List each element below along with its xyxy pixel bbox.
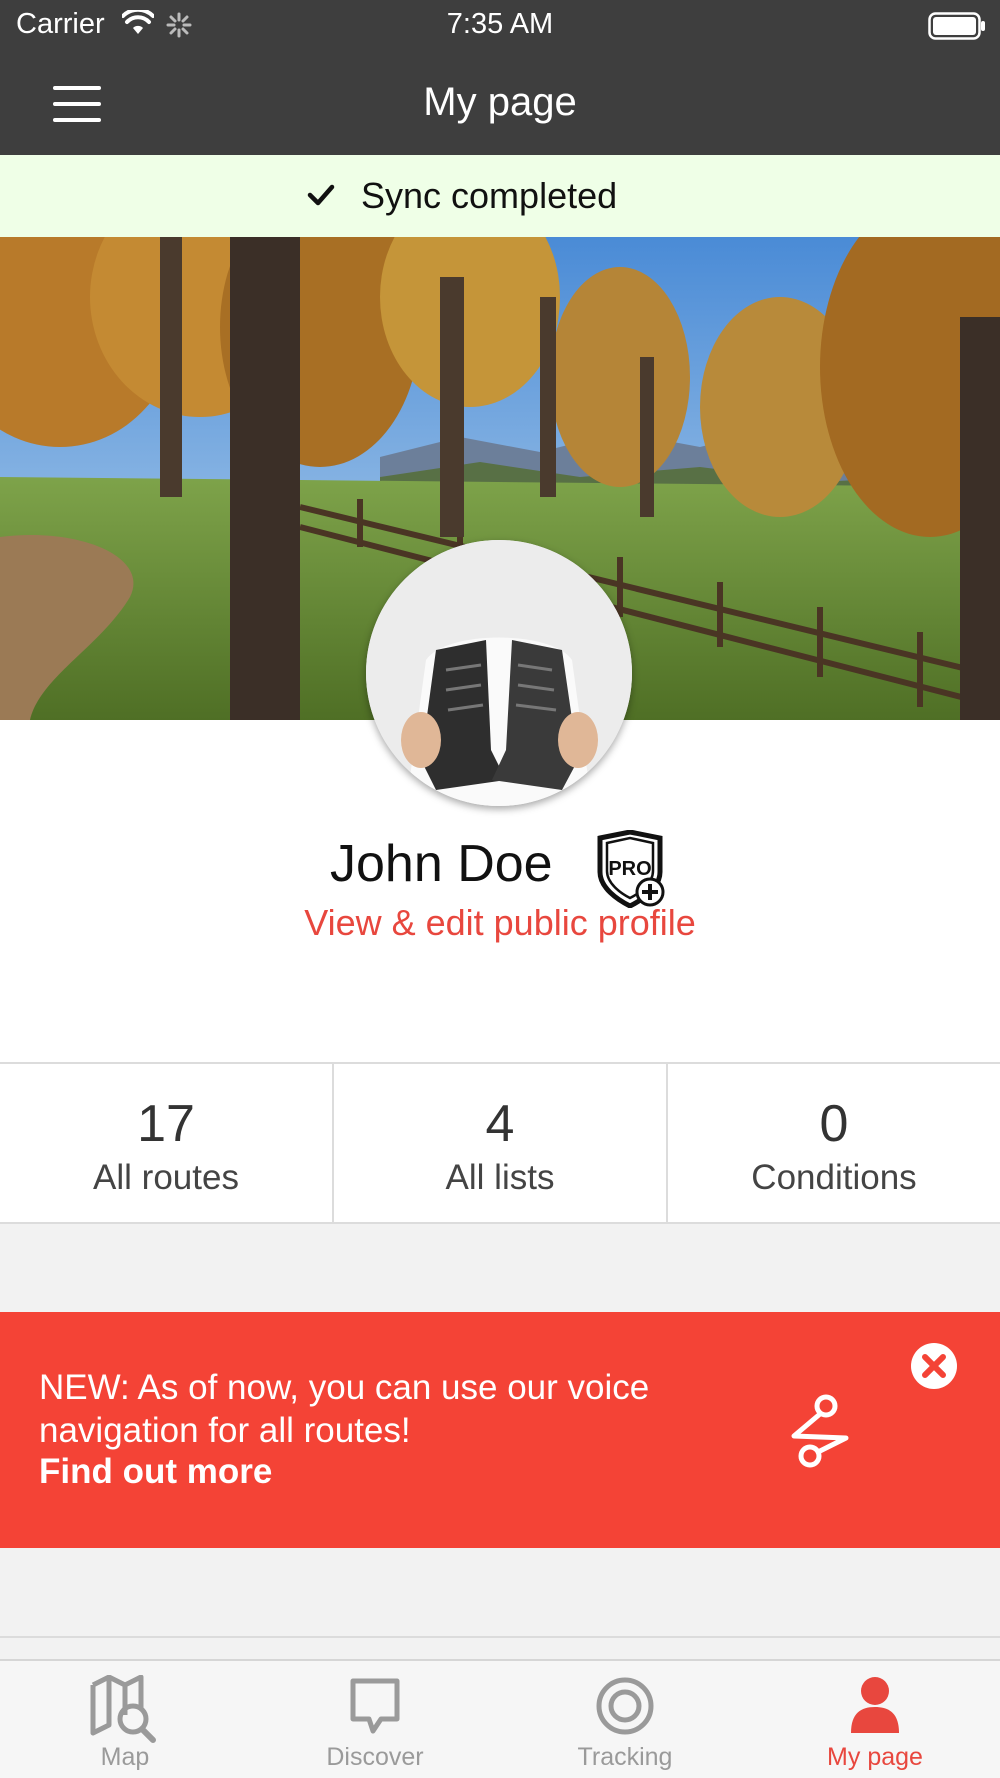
- tab-map[interactable]: Map: [0, 1661, 250, 1778]
- stat-value: 4: [485, 1095, 515, 1153]
- voice-navigation-promo-banner[interactable]: NEW: As of now, you can use our voice na…: [0, 1312, 1000, 1548]
- checkmark-icon: [306, 181, 336, 214]
- target-icon: [594, 1675, 656, 1742]
- route-navigation-icon: [786, 1392, 856, 1477]
- stat-all-routes[interactable]: 17 All routes: [0, 1064, 334, 1222]
- stat-label: All routes: [93, 1158, 239, 1197]
- map-search-icon: [89, 1674, 161, 1748]
- stat-value: 0: [819, 1095, 849, 1153]
- status-bar: Carrier 7:35 AM: [0, 0, 1000, 54]
- sync-status-banner: Sync completed: [0, 155, 1000, 237]
- stat-label: All lists: [445, 1158, 555, 1197]
- user-name: John Doe: [330, 835, 553, 893]
- promo-text: NEW: As of now, you can use our voice na…: [39, 1368, 650, 1450]
- tab-bar: Map Discover Tracking My page: [0, 1659, 1000, 1778]
- stat-conditions[interactable]: 0 Conditions: [668, 1064, 1000, 1222]
- tab-label: Map: [100, 1743, 150, 1771]
- divider: [0, 1636, 1000, 1638]
- stat-label: Conditions: [751, 1158, 917, 1197]
- stat-all-lists[interactable]: 4 All lists: [334, 1064, 668, 1222]
- battery-icon: [928, 12, 986, 45]
- navigation-bar: My page: [0, 54, 1000, 155]
- pro-badge-icon: PRO: [592, 829, 668, 913]
- tab-tracking[interactable]: Tracking: [500, 1661, 750, 1778]
- tab-discover[interactable]: Discover: [250, 1661, 500, 1778]
- tab-label: Discover: [326, 1743, 424, 1771]
- speech-bubble-icon: [347, 1675, 403, 1742]
- page-title: My page: [423, 80, 577, 124]
- stat-value: 17: [137, 1095, 195, 1153]
- profile-name-row: John Doe PRO: [0, 829, 1000, 909]
- close-icon[interactable]: [910, 1342, 958, 1395]
- edit-public-profile-link[interactable]: View & edit public profile: [0, 902, 1000, 944]
- avatar[interactable]: [366, 540, 632, 806]
- sync-status-text: Sync completed: [361, 175, 618, 216]
- person-icon: [847, 1675, 903, 1742]
- pro-badge-text: PRO: [608, 858, 651, 880]
- tab-label: Tracking: [577, 1743, 673, 1771]
- find-out-more-link[interactable]: Find out more: [39, 1452, 272, 1492]
- app-root: Carrier 7:35 AM My page Sync completed J…: [0, 0, 1000, 1778]
- clock: 7:35 AM: [446, 8, 554, 40]
- stats-bar: 17 All routes 4 All lists 0 Conditions: [0, 1062, 1000, 1224]
- tab-label: My page: [827, 1743, 923, 1771]
- tab-my-page[interactable]: My page: [750, 1661, 1000, 1778]
